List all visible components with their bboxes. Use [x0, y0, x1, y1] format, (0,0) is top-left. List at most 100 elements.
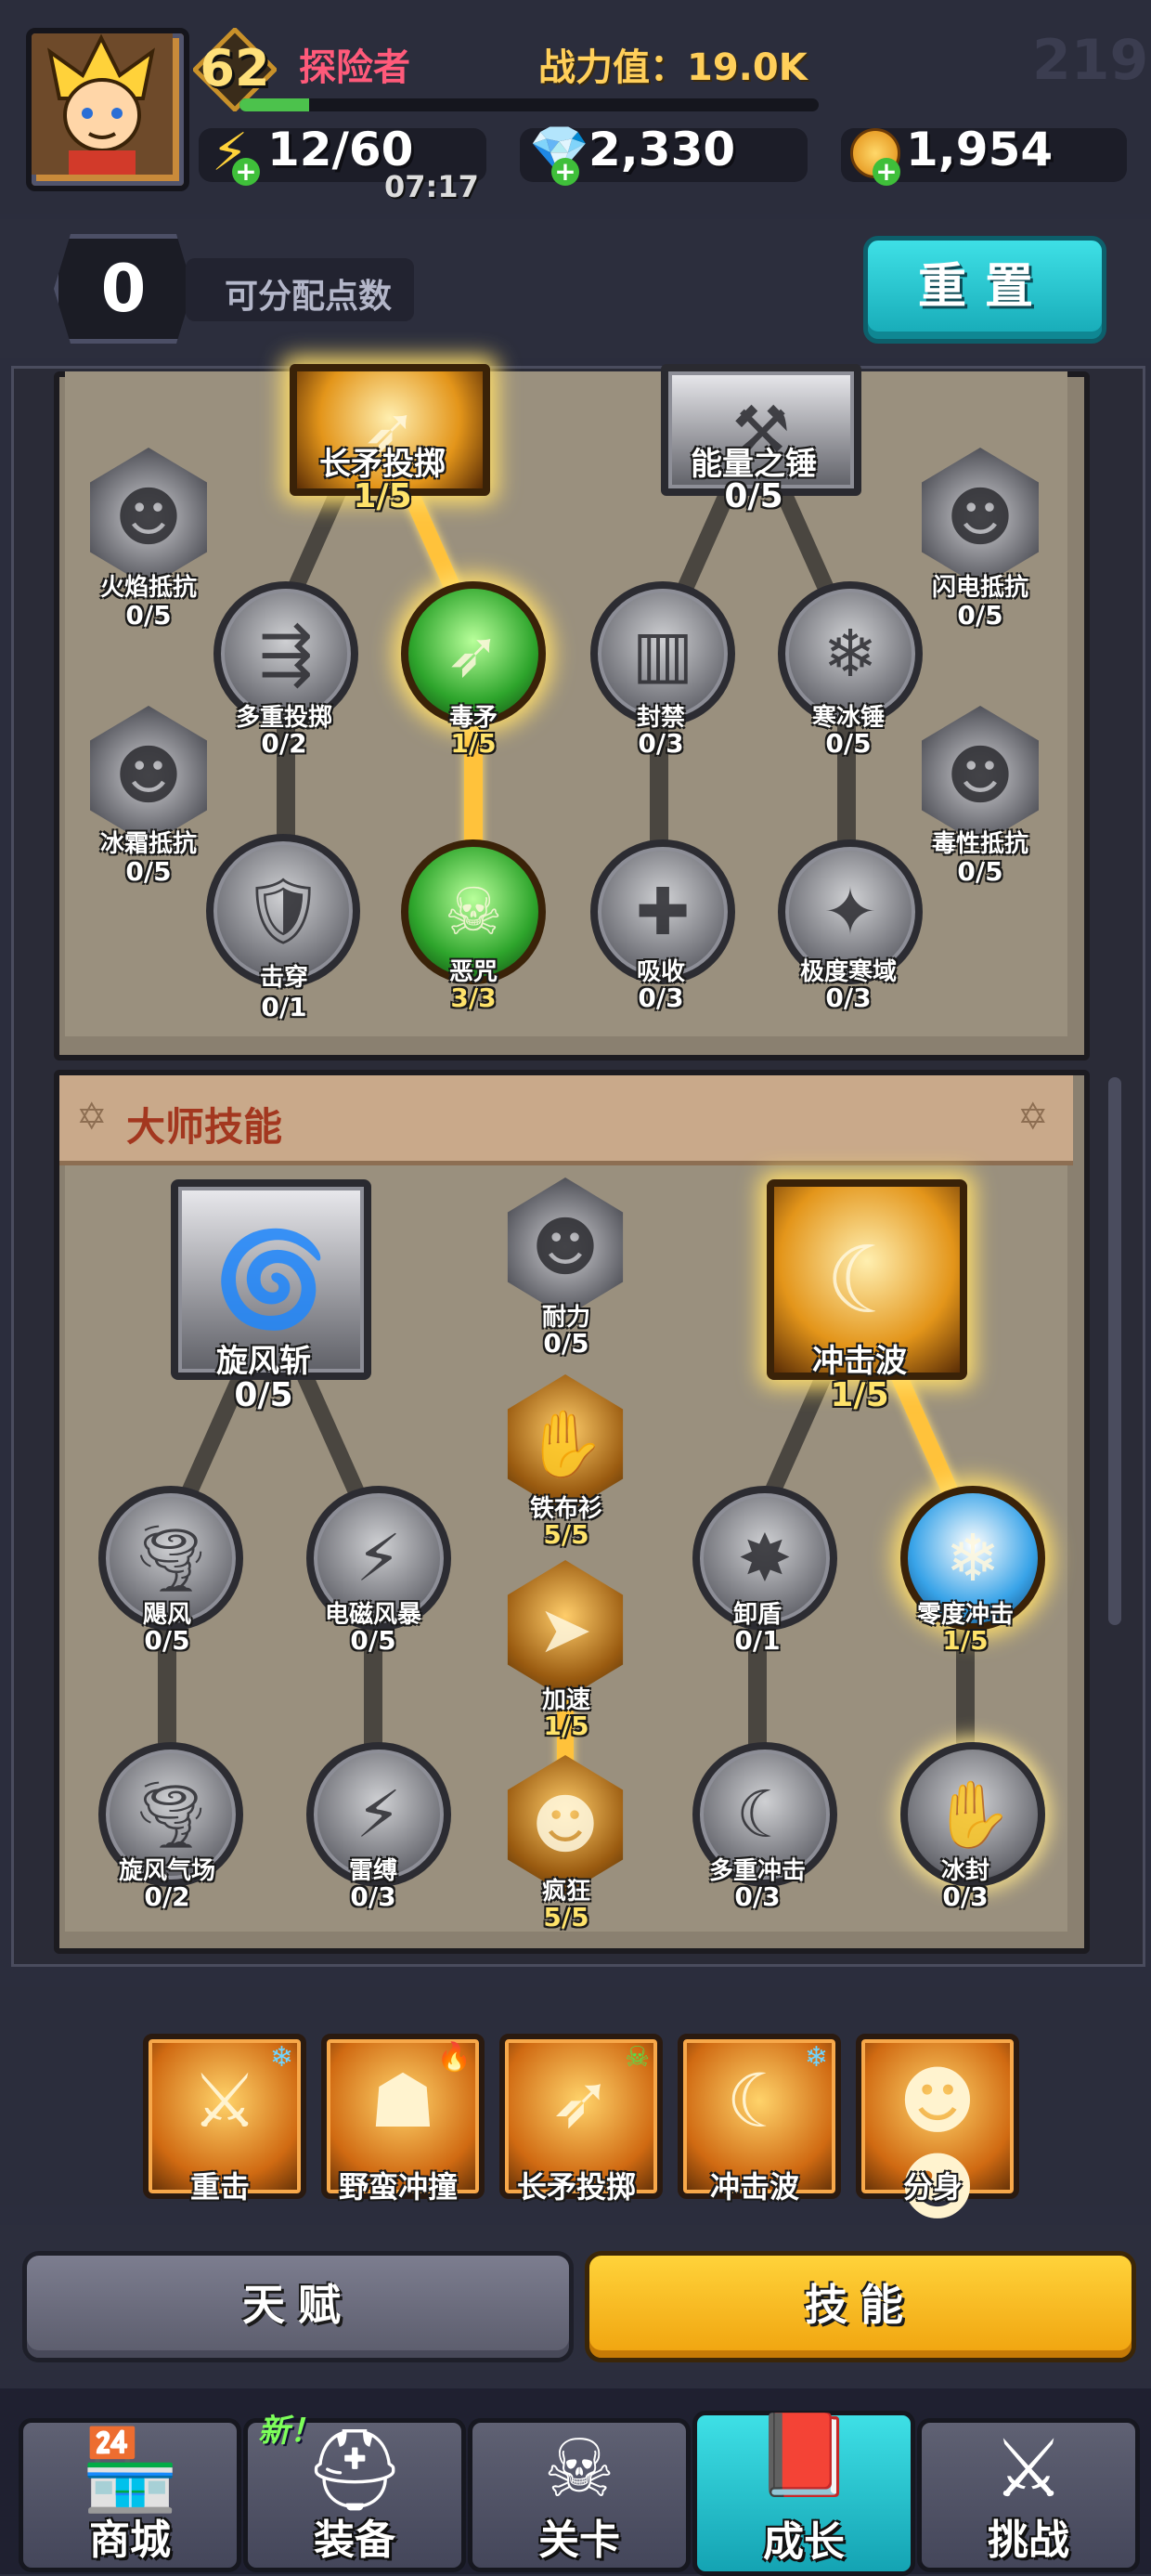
skull-icon: ☠	[444, 874, 503, 950]
gems-value: 2,330	[588, 123, 736, 176]
ice-impact-icon: ❄	[945, 1520, 1001, 1596]
skill-count: 0/5	[825, 728, 872, 759]
frenzy-icon: ☻	[531, 1787, 600, 1863]
equipped-skill-label: 分身	[902, 2169, 963, 2205]
skill-count: 0/3	[638, 728, 684, 759]
skill-count: 1/5	[942, 1625, 989, 1656]
iron-shirt-icon: ✋	[524, 1405, 606, 1482]
equipped-skill-label: 长矛投掷	[516, 2169, 636, 2205]
skill-count: 0/3	[825, 982, 872, 1013]
skill-name: 闪电抵抗	[931, 574, 1028, 602]
snowflake-icon: ❄	[804, 2041, 828, 2074]
multi-impact-icon: ☾	[735, 1776, 795, 1853]
tab-skill[interactable]: 技能	[585, 2251, 1136, 2362]
star-ornament-icon: ✡	[76, 1096, 108, 1138]
add-gems-icon[interactable]: +	[551, 158, 579, 186]
available-points-label: 可分配点数	[225, 278, 393, 316]
em-storm-icon: ⚡	[356, 1520, 402, 1596]
skill-name: 冰霜抵抗	[99, 830, 197, 858]
nav-shop[interactable]: 🏪 商城	[19, 2418, 241, 2572]
tornado-icon: 🌀	[213, 1225, 330, 1334]
fire-resist-icon: ☻	[114, 479, 183, 555]
skill-count: 0/5	[125, 600, 172, 631]
xp-progress-bar	[239, 98, 819, 111]
reset-button[interactable]: 重置	[863, 236, 1106, 344]
stamina-icon: ☻	[531, 1209, 600, 1285]
skill-name: 击穿	[259, 964, 308, 992]
skill-count: 0/5	[234, 1376, 293, 1414]
energy-timer: 07:17	[384, 169, 479, 204]
nav-challenge[interactable]: ⚔ 挑战	[917, 2418, 1140, 2572]
skill-count: 0/2	[261, 728, 307, 759]
whirlwind-aura-icon: 🌪	[129, 1776, 213, 1853]
frost-hammer-icon: ❄	[822, 616, 878, 692]
coins-value: 1,954	[906, 123, 1054, 176]
skill-count: 1/5	[830, 1376, 889, 1414]
tab-talent-label: 天赋	[242, 2280, 354, 2330]
absorb-icon: ✚	[635, 874, 691, 950]
skill-name: 冲击波	[812, 1343, 907, 1380]
nav-label: 挑战	[988, 2517, 1069, 2564]
haste-icon: ➤	[537, 1592, 593, 1668]
spellbook-icon: 📕	[754, 2409, 854, 2502]
add-energy-icon[interactable]: +	[232, 158, 260, 186]
equipped-skill-label: 野蛮冲撞	[338, 2169, 458, 2205]
player-level: 62	[200, 39, 270, 98]
xp-progress-fill	[239, 98, 309, 111]
dungeon-gate-icon: ☠	[543, 2423, 615, 2516]
ice-shard-icon: ✦	[822, 874, 878, 950]
skill-count: 0/1	[261, 992, 307, 1022]
new-badge: 新！	[258, 2413, 321, 2450]
poison-resist-icon: ☻	[946, 737, 1015, 813]
hero-portrait-icon	[32, 33, 173, 175]
skill-count: 1/5	[450, 728, 497, 759]
pierce-icon: 🛡	[241, 872, 325, 949]
fire-icon: 🔥	[436, 2041, 472, 2074]
skill-count: 3/3	[450, 982, 497, 1013]
tab-skill-label: 技能	[805, 2280, 916, 2330]
skill-count: 0/3	[350, 1881, 396, 1912]
star-ornament-icon: ✡	[1017, 1096, 1049, 1138]
add-coins-icon[interactable]: +	[873, 158, 900, 186]
nav-label: 装备	[314, 2517, 395, 2564]
unshield-icon: ✸	[737, 1520, 793, 1596]
skill-count: 5/5	[543, 1519, 589, 1550]
player-avatar[interactable]	[26, 28, 189, 191]
tree-scrollbar[interactable]	[1108, 1077, 1121, 1625]
shockwave-icon: ☾	[825, 1225, 909, 1334]
skill-count: 0/3	[638, 982, 684, 1013]
nav-label: 商城	[89, 2517, 171, 2564]
skill-count: 0/5	[350, 1625, 396, 1656]
ghost-number: 219	[1032, 28, 1149, 93]
seal-icon: ▥	[631, 616, 694, 692]
shop-icon: 🏪	[80, 2424, 180, 2517]
skill-count: 0/1	[734, 1625, 781, 1656]
skill-count: 0/3	[734, 1881, 781, 1912]
available-points: 0	[100, 251, 147, 327]
nav-growth[interactable]: 📕 成长	[692, 2409, 915, 2576]
skill-count: 1/5	[353, 477, 412, 515]
crossed-swords-icon: ⚔	[992, 2423, 1065, 2516]
skill-count: 0/2	[144, 1881, 190, 1912]
skill-count: 1/5	[543, 1711, 589, 1741]
skill-count: 5/5	[543, 1902, 589, 1932]
skill-name: 旋风斩	[216, 1343, 311, 1380]
skull-icon: ☠	[625, 2041, 650, 2074]
nav-label: 关卡	[538, 2517, 620, 2564]
lightning-resist-icon: ☻	[946, 479, 1015, 555]
equipped-skill-label: 冲击波	[709, 2169, 799, 2205]
skill-count: 0/5	[724, 477, 783, 515]
equipped-skill-label: 重击	[189, 2169, 250, 2205]
skill-name: 毒性抵抗	[931, 830, 1028, 858]
hurricane-icon: 🌪	[129, 1519, 213, 1596]
combat-power: 战力值：19.0K	[538, 46, 808, 89]
snowflake-icon: ❄	[269, 2041, 293, 2074]
nav-stages[interactable]: ☠ 关卡	[468, 2418, 691, 2572]
thunder-bind-icon: ⚡	[356, 1776, 402, 1853]
nav-label: 成长	[763, 2518, 845, 2566]
skill-name: 火焰抵抗	[99, 574, 197, 602]
tab-talent[interactable]: 天赋	[22, 2251, 574, 2362]
frost-resist-icon: ☻	[114, 737, 183, 813]
freeze-icon: ✋	[932, 1776, 1014, 1853]
rank-title: 探险者	[299, 46, 410, 89]
